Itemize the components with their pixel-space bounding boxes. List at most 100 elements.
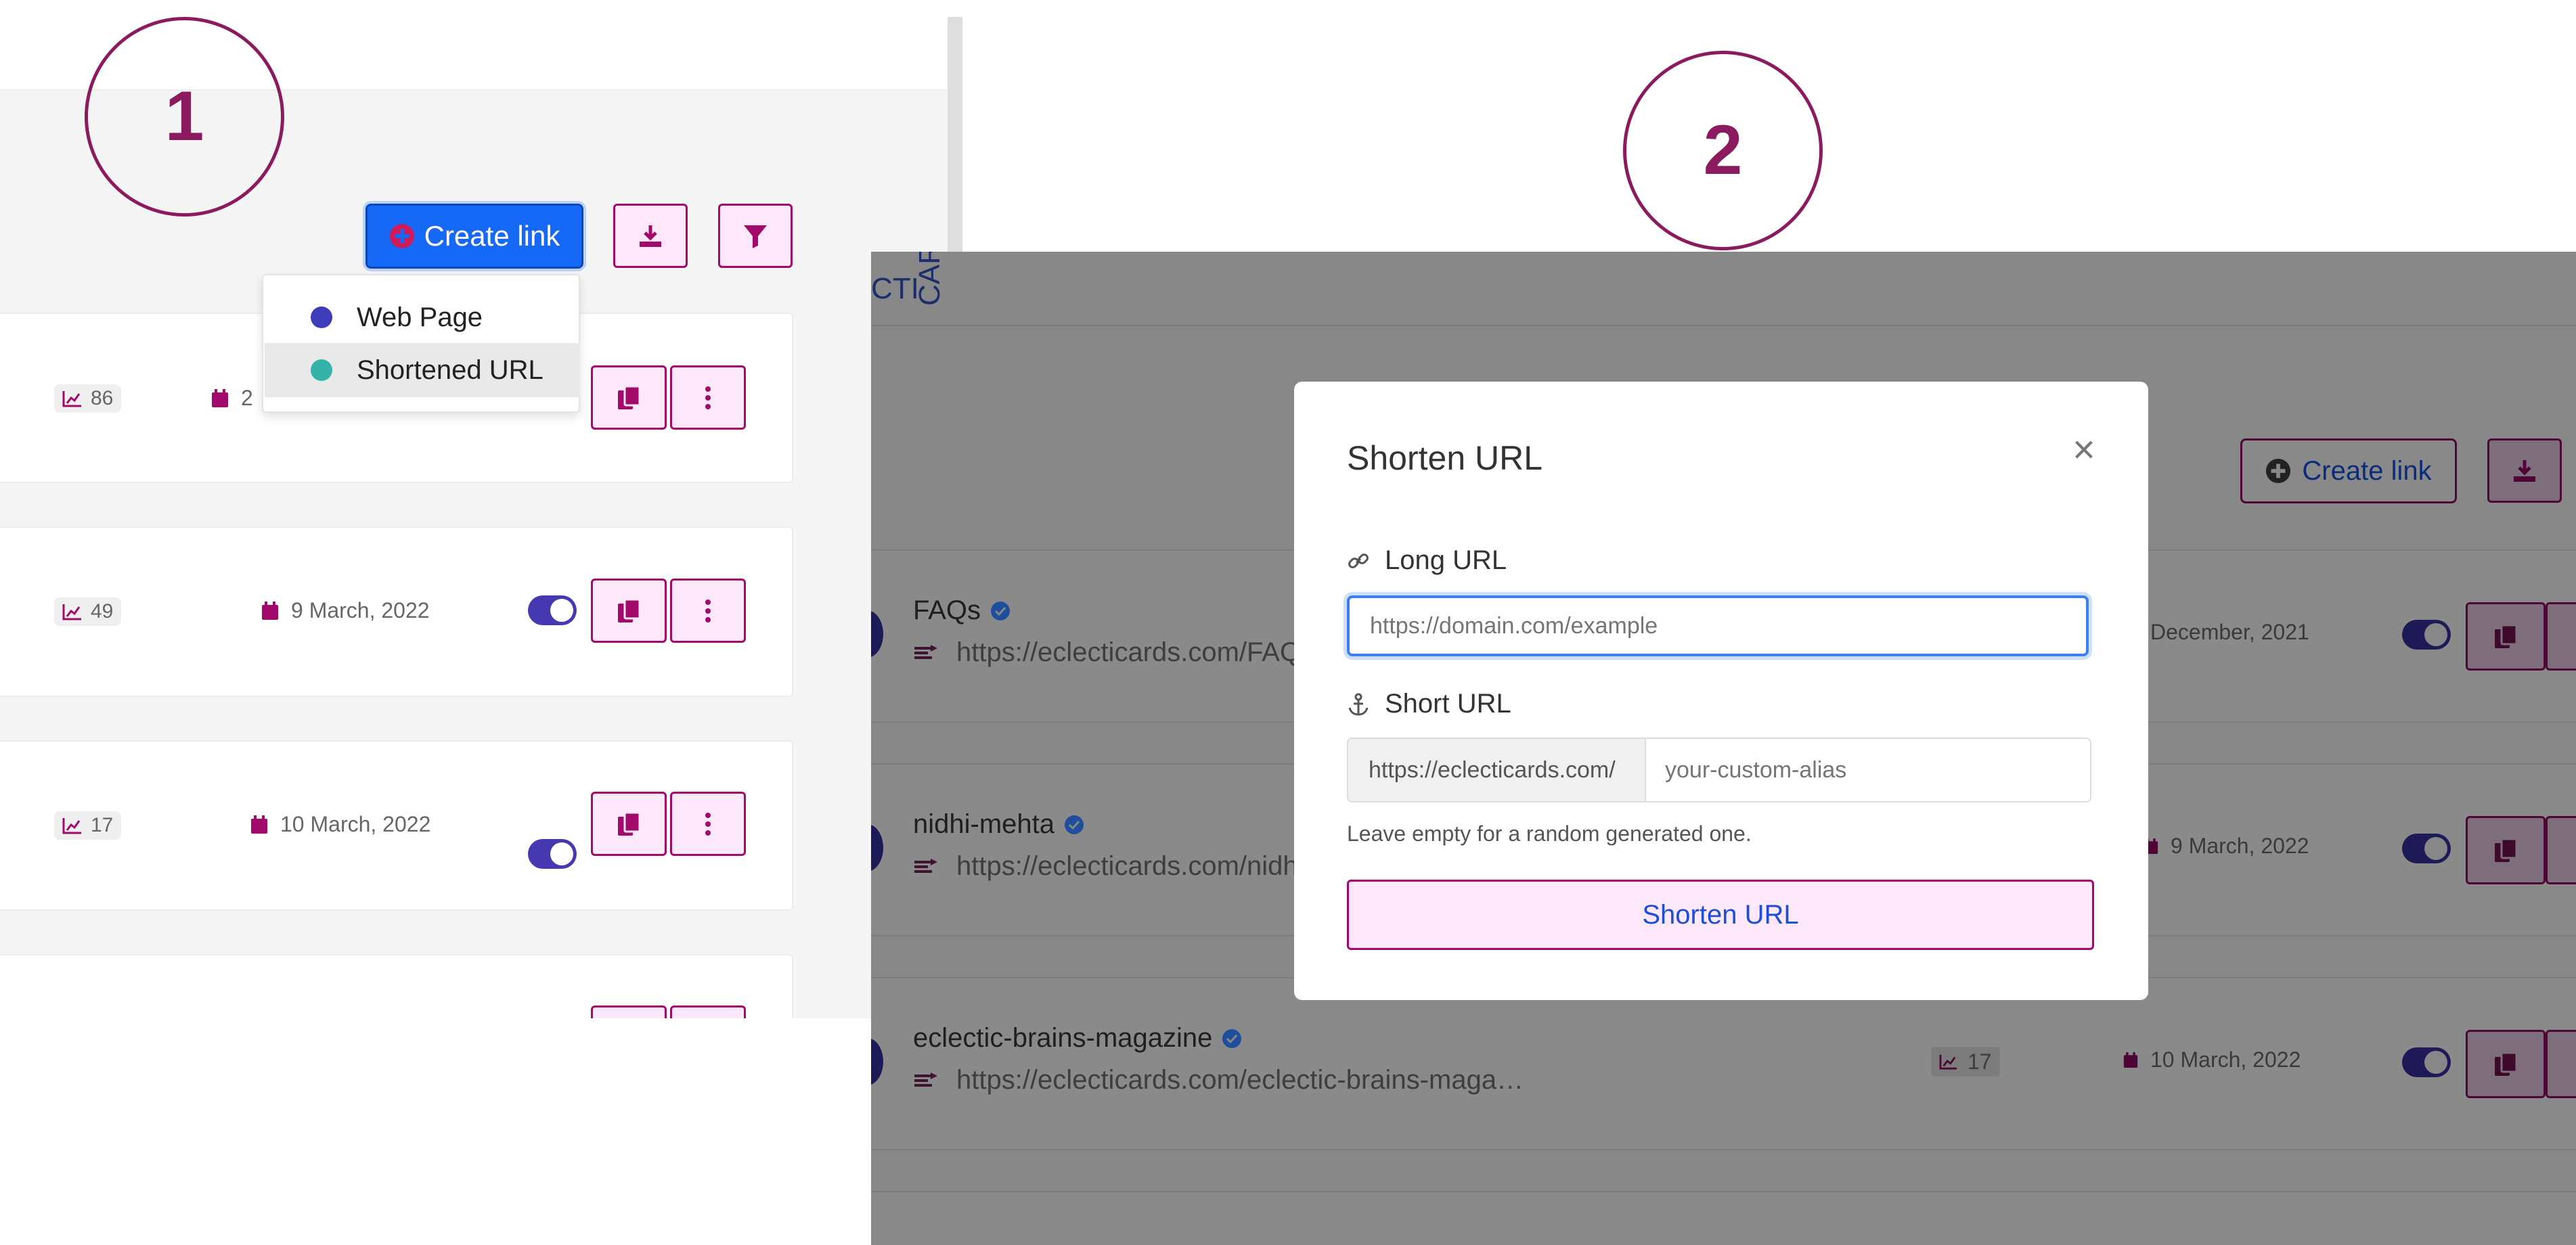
- visits-count: 17: [91, 814, 114, 836]
- copy-button[interactable]: [591, 1005, 667, 1018]
- dropdown-item-web-page[interactable]: Web Page: [265, 290, 580, 344]
- shorten-url-button[interactable]: Shorten URL: [1347, 880, 2094, 950]
- long-url-input[interactable]: [1347, 595, 2089, 656]
- calendar-icon: [251, 815, 267, 834]
- link-url[interactable]: https://eclecticards.com/eclectic-brains…: [913, 1065, 1524, 1095]
- dropdown-item-shortened-url[interactable]: Shortened URL: [265, 343, 580, 397]
- more-options-button[interactable]: [2546, 602, 2576, 671]
- more-options-button[interactable]: [670, 792, 746, 856]
- calendar-icon: [262, 601, 278, 620]
- link-url-text: https://eclecticards.com/nidh: [956, 851, 1298, 881]
- brand-logo-vertical-text: CAR: [913, 252, 946, 306]
- visits-badge: 49: [54, 597, 122, 626]
- link-url[interactable]: https://eclecticards.com/FAQ: [913, 637, 1301, 668]
- date-label: 9 March, 2022: [2144, 834, 2309, 859]
- copy-button[interactable]: [591, 792, 667, 856]
- download-icon: [2514, 459, 2535, 482]
- verified-icon: [991, 601, 1011, 620]
- visits-count: 49: [91, 600, 114, 622]
- link-icon: [1348, 553, 1369, 568]
- create-link-button[interactable]: Create link: [365, 204, 583, 269]
- date-label: 9 March, 2022: [261, 598, 430, 623]
- calendar-icon: [2123, 1051, 2138, 1068]
- shorten-url-modal: Shorten URL × Long URL Short URL https:/…: [1294, 382, 2148, 1000]
- verified-icon: [1222, 1028, 1242, 1048]
- date-label: 10 March, 2022: [2123, 1047, 2301, 1072]
- date-value: December, 2021: [2150, 620, 2309, 644]
- more-vertical-icon: [705, 599, 711, 622]
- link-title[interactable]: nidhi-mehta: [913, 809, 1084, 840]
- active-toggle[interactable]: [2402, 1047, 2451, 1077]
- copy-button[interactable]: [2466, 602, 2546, 671]
- download-icon: [640, 225, 661, 247]
- step-marker-1: 1: [85, 17, 284, 217]
- download-button[interactable]: [613, 204, 688, 268]
- copy-button[interactable]: [591, 579, 667, 643]
- filter-icon: [744, 225, 767, 248]
- copy-icon: [618, 811, 641, 836]
- shortened-url-dot-icon: [311, 359, 332, 381]
- link-title-text: eclectic-brains-magazine: [913, 1023, 1213, 1053]
- more-options-button[interactable]: [670, 1005, 746, 1018]
- alias-help-text: Leave empty for a random generated one.: [1347, 821, 1752, 846]
- date-value: 9 March, 2022: [2171, 834, 2309, 858]
- short-url-prefix: https://eclecticards.com/: [1348, 739, 1646, 801]
- chart-icon: [62, 391, 81, 407]
- header: CTI CAR: [871, 252, 2576, 326]
- redirect-icon: [914, 1072, 937, 1087]
- step-marker-2: 2: [1623, 51, 1823, 250]
- calendar-icon: [212, 388, 228, 407]
- plus-circle-icon: [2266, 458, 2291, 484]
- dropdown-item-label: Shortened URL: [357, 355, 543, 385]
- download-button[interactable]: [2487, 438, 2562, 503]
- visits-badge: 17: [54, 811, 122, 840]
- visits-count: 86: [91, 387, 114, 409]
- link-url-text: https://eclecticards.com/FAQ: [956, 637, 1302, 667]
- copy-button[interactable]: [2466, 816, 2546, 884]
- close-icon[interactable]: ×: [2072, 430, 2095, 470]
- date-label: December, 2021: [2150, 620, 2309, 645]
- create-link-dropdown: Web Page Shortened URL: [262, 274, 580, 413]
- chart-icon: [62, 604, 81, 620]
- dropdown-item-label: Web Page: [357, 302, 483, 332]
- copy-button[interactable]: [2466, 1030, 2546, 1098]
- create-link-label: Create link: [2302, 455, 2432, 486]
- custom-alias-input[interactable]: [1646, 739, 2090, 801]
- copy-icon: [2495, 838, 2518, 862]
- web-page-dot-icon: [311, 307, 332, 328]
- active-toggle[interactable]: [2402, 834, 2451, 863]
- copy-button[interactable]: [591, 365, 667, 430]
- date-value: 2: [241, 386, 253, 410]
- date-value: 9 March, 2022: [291, 598, 430, 622]
- create-link-label: Create link: [424, 220, 560, 252]
- copy-icon: [618, 598, 641, 622]
- plus-circle-icon: [389, 223, 414, 249]
- copy-icon: [2495, 1051, 2518, 1076]
- more-vertical-icon: [705, 386, 711, 409]
- more-options-button[interactable]: [670, 365, 746, 430]
- more-options-button[interactable]: [2546, 816, 2576, 884]
- step-number: 2: [1703, 111, 1743, 189]
- more-options-button[interactable]: [670, 579, 746, 643]
- link-title[interactable]: eclectic-brains-magazine: [913, 1023, 1242, 1054]
- filter-button[interactable]: [718, 204, 793, 268]
- date-label: 10 March, 2022: [250, 812, 430, 837]
- chart-icon: [62, 818, 81, 834]
- link-url[interactable]: https://eclecticards.com/nidh: [913, 851, 1298, 882]
- short-url-input-group: https://eclecticards.com/: [1347, 738, 2091, 802]
- active-toggle[interactable]: [528, 595, 577, 625]
- verified-icon: [1065, 815, 1084, 834]
- active-toggle[interactable]: [528, 839, 577, 869]
- date-value: 10 March, 2022: [280, 812, 431, 836]
- create-link-button[interactable]: Create link: [2240, 438, 2457, 503]
- active-toggle[interactable]: [2402, 620, 2451, 650]
- link-title-text: nidhi-mehta: [913, 809, 1055, 839]
- more-options-button[interactable]: [2546, 1030, 2576, 1098]
- date-label: 2: [211, 386, 253, 411]
- copy-icon: [618, 385, 641, 409]
- visits-badge: 86: [54, 384, 122, 413]
- link-url-text: https://eclecticards.com/eclectic-brains…: [956, 1065, 1524, 1095]
- brand-logo-text: CTI: [871, 272, 919, 305]
- link-title[interactable]: FAQs: [913, 595, 1011, 626]
- more-vertical-icon: [705, 812, 711, 836]
